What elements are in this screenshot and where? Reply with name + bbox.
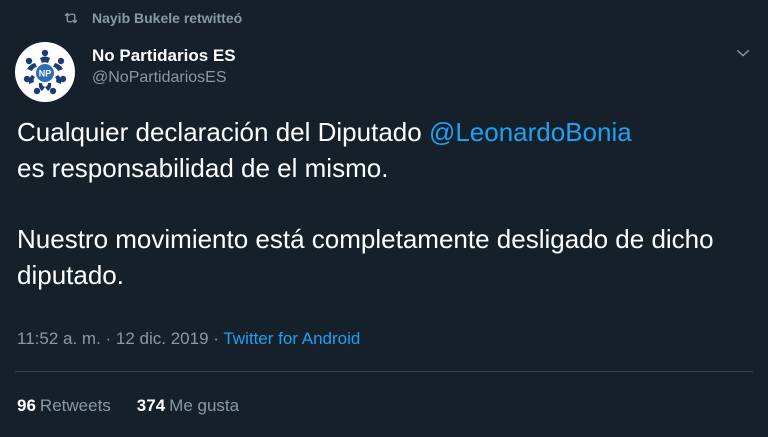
likes-label: Me gusta bbox=[169, 396, 240, 415]
likes-count: 374 bbox=[136, 396, 166, 415]
meta-separator: · bbox=[208, 329, 224, 348]
tweet-date[interactable]: 12 dic. 2019 bbox=[116, 329, 209, 348]
tweet-text-part2: es responsabilidad de el mismo. bbox=[17, 153, 389, 183]
retweet-context[interactable]: Nayib Bukele retwitteó bbox=[62, 8, 242, 28]
tweet-text-paragraph2: Nuestro movimiento está completamente de… bbox=[17, 224, 714, 290]
retweet-icon bbox=[64, 12, 78, 24]
retweets-stat[interactable]: 96 Retweets bbox=[17, 394, 111, 418]
tweet-source-link[interactable]: Twitter for Android bbox=[223, 329, 360, 348]
mention-link[interactable]: @LeonardoBonia bbox=[429, 117, 632, 147]
avatar[interactable]: NP bbox=[15, 42, 75, 102]
tweet-meta: 11:52 a. m. · 12 dic. 2019 · Twitter for… bbox=[17, 327, 360, 351]
no-partidarios-logo: NP bbox=[23, 49, 67, 95]
chevron-down-icon[interactable] bbox=[734, 44, 752, 62]
tweet-card[interactable]: Nayib Bukele retwitteó NP No Partidarios… bbox=[0, 0, 768, 437]
tweet-text-part1: Cualquier declaración del Diputado bbox=[17, 117, 429, 147]
retweets-label: Retweets bbox=[39, 396, 111, 415]
tweet-text: Cualquier declaración del Diputado @Leon… bbox=[17, 114, 747, 293]
author-display-name[interactable]: No Partidarios ES bbox=[92, 45, 236, 67]
author-info[interactable]: No Partidarios ES @NoPartidariosES bbox=[92, 45, 236, 89]
meta-separator: · bbox=[100, 329, 116, 348]
tweet-time[interactable]: 11:52 a. m. bbox=[17, 329, 101, 348]
tweet-stats: 96 Retweets 374 Me gusta bbox=[17, 394, 265, 418]
retweets-count: 96 bbox=[17, 396, 36, 415]
author-handle[interactable]: @NoPartidariosES bbox=[92, 67, 236, 89]
likes-stat[interactable]: 374 Me gusta bbox=[137, 394, 239, 418]
divider bbox=[15, 371, 753, 372]
avatar-logo-text: NP bbox=[39, 69, 52, 79]
retweet-context-text: Nayib Bukele retwitteó bbox=[92, 10, 243, 26]
